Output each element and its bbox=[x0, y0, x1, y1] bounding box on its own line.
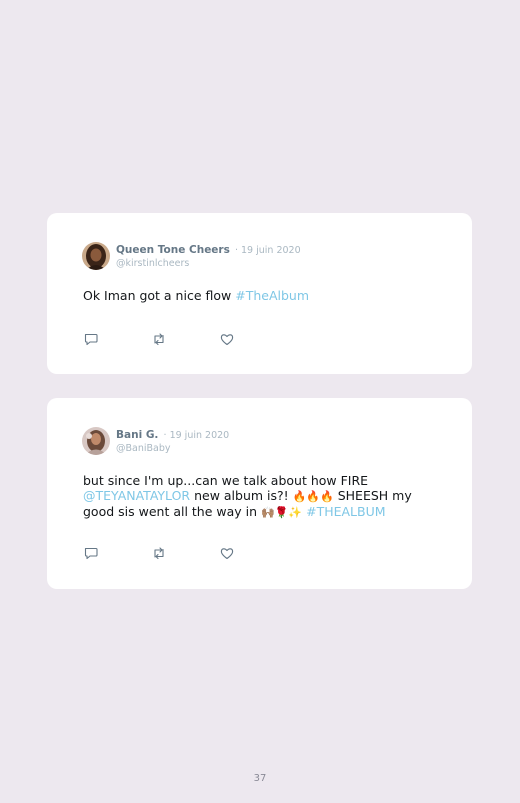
tweet-card: Queen Tone Cheers · 19 juin 2020 @kirsti… bbox=[47, 213, 472, 374]
like-icon[interactable] bbox=[219, 331, 235, 347]
reply-icon[interactable] bbox=[83, 545, 99, 561]
tweet-text-segment: Ok Iman got a nice flow bbox=[83, 288, 236, 303]
display-name[interactable]: Queen Tone Cheers bbox=[116, 244, 230, 256]
reply-icon[interactable] bbox=[83, 331, 99, 347]
tweet-date: · 19 juin 2020 bbox=[234, 245, 301, 256]
tweet-header: Bani G. · 19 juin 2020 @BaniBaby bbox=[82, 426, 229, 455]
tweet-card: Bani G. · 19 juin 2020 @BaniBaby but sin… bbox=[47, 398, 472, 589]
tweet-header: Queen Tone Cheers · 19 juin 2020 @kirsti… bbox=[82, 241, 301, 270]
tweet-text: but since I'm up...can we talk about how… bbox=[83, 473, 443, 520]
avatar[interactable] bbox=[82, 426, 110, 455]
fire-emoji: 🔥🔥🔥 bbox=[292, 490, 334, 503]
display-name[interactable]: Bani G. bbox=[116, 429, 158, 441]
tweet-meta: Queen Tone Cheers · 19 juin 2020 @kirsti… bbox=[116, 241, 301, 270]
avatar[interactable] bbox=[82, 241, 110, 270]
mention-link[interactable]: @TEYANATAYLOR bbox=[83, 488, 190, 503]
tweet-actions bbox=[83, 331, 287, 347]
retweet-icon[interactable] bbox=[151, 545, 167, 561]
page-number: 37 bbox=[253, 773, 267, 784]
tweet-meta: Bani G. · 19 juin 2020 @BaniBaby bbox=[116, 426, 229, 455]
user-handle[interactable]: @BaniBaby bbox=[116, 442, 229, 455]
hashtag-link[interactable]: #THEALBUM bbox=[306, 504, 385, 519]
emoji-group: 🙌🏽🌹✨ bbox=[261, 506, 303, 519]
tweet-date: · 19 juin 2020 bbox=[163, 430, 230, 441]
retweet-icon[interactable] bbox=[151, 331, 167, 347]
tweet-text-segment: new album is?! bbox=[190, 488, 293, 503]
tweet-text: Ok Iman got a nice flow #TheAlbum bbox=[83, 288, 443, 303]
hashtag-link[interactable]: #TheAlbum bbox=[235, 288, 309, 303]
tweet-text-segment: but since I'm up...can we talk about how… bbox=[83, 473, 369, 488]
like-icon[interactable] bbox=[219, 545, 235, 561]
tweet-actions bbox=[83, 545, 287, 561]
user-handle[interactable]: @kirstinlcheers bbox=[116, 257, 301, 270]
